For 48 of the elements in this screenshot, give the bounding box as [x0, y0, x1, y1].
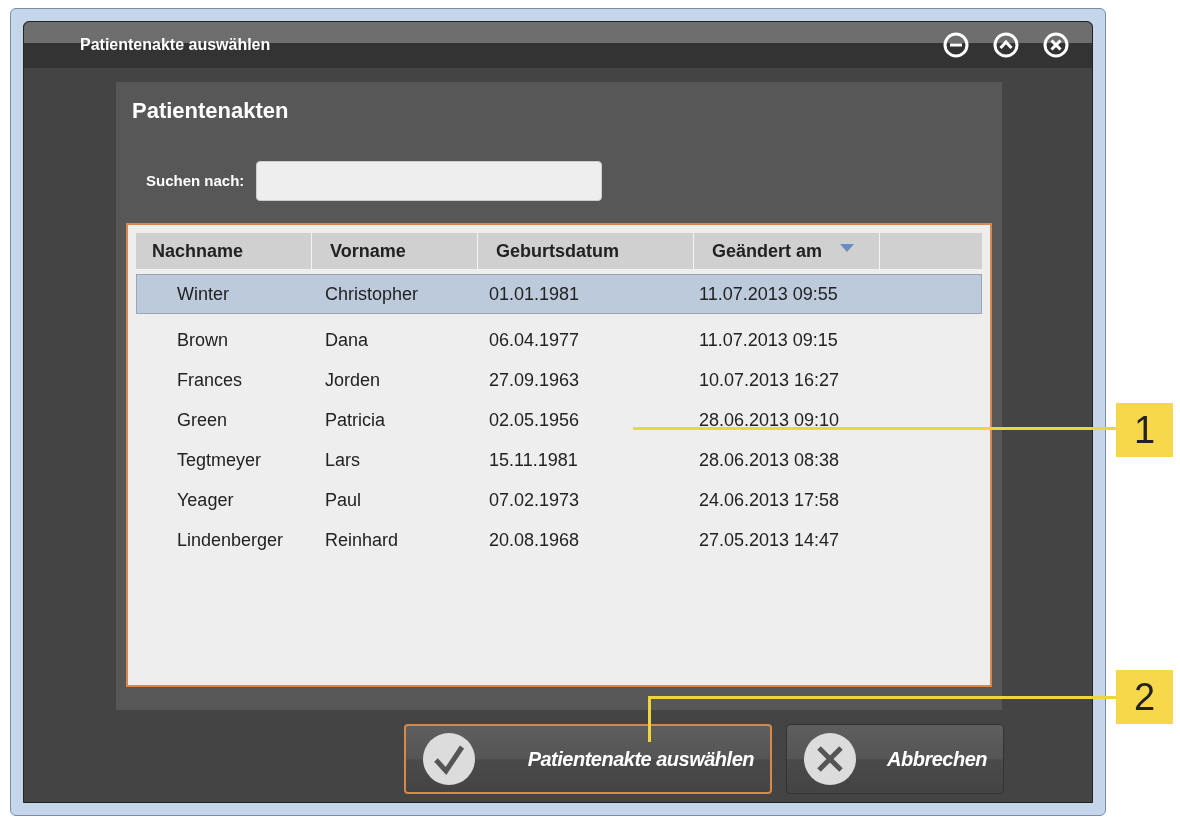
table-cell: 20.08.1968	[489, 529, 580, 550]
table-row[interactable]: Green Patricia 02.05.1956 28.06.2013 09:10	[136, 400, 982, 440]
table-cell: 27.05.2013 14:47	[699, 529, 840, 550]
table-row[interactable]: Winter Christopher 01.01.1981 11.07.2013 09:55	[136, 274, 982, 314]
table-cell: 15.11.1981	[489, 449, 578, 470]
table-row[interactable]: Frances Jorden 27.09.1963 10.07.2013 16:27	[136, 360, 982, 400]
table-cell: 02.05.1956	[489, 409, 580, 430]
table-cell: Frances	[177, 369, 243, 390]
table-cell: 11.07.2013 09:15	[699, 329, 838, 350]
table-cell: 06.04.1977	[489, 329, 580, 350]
callout-number: 2	[1116, 670, 1173, 724]
check-icon	[422, 732, 476, 786]
search-field[interactable]	[256, 161, 603, 201]
callout-number: 1	[1116, 403, 1173, 457]
table-cell: Paul	[325, 489, 362, 510]
table-cell: 27.09.1963	[489, 369, 580, 390]
table-cell: Reinhard	[325, 529, 399, 550]
table-row[interactable]: Yeager Paul 07.02.1973 24.06.2013 17:58	[136, 480, 982, 520]
table-cell: 07.02.1973	[489, 489, 580, 510]
table-cell: 28.06.2013 08:38	[699, 449, 840, 470]
table-cell: Patricia	[325, 409, 386, 430]
close-button[interactable]	[1042, 31, 1070, 59]
table-cell: Green	[177, 409, 228, 430]
panel-title: Patientenakten	[131, 97, 290, 125]
table-cell: Lars	[325, 449, 360, 470]
table-cell: 11.07.2013 09:55	[699, 283, 838, 304]
table-cell: 01.01.1981	[489, 283, 580, 304]
confirm-button[interactable]: Patientenakte auswählen	[404, 724, 772, 794]
minimize-button[interactable]	[942, 31, 970, 59]
table-cell: Tegtmeyer	[177, 449, 262, 470]
close-icon	[803, 732, 857, 786]
table-cell: Jorden	[325, 369, 381, 390]
table-cell: 24.06.2013 17:58	[699, 489, 840, 510]
maximize-button[interactable]	[992, 31, 1020, 59]
table-cell: Dana	[325, 329, 369, 350]
search-label: Suchen nach:	[146, 170, 245, 191]
table-cell: Brown	[177, 329, 229, 350]
window-title: Patientenakte auswählen	[80, 35, 272, 55]
table-row[interactable]: Brown Dana 06.04.1977 11.07.2013 09:15	[136, 320, 982, 360]
table-cell: Lindenberger	[177, 529, 284, 550]
cancel-button[interactable]: Abbrechen	[786, 724, 1004, 794]
table-cell: Christopher	[325, 283, 419, 304]
table-cell: 10.07.2013 16:27	[699, 369, 840, 390]
table-cell: Yeager	[177, 489, 234, 510]
table-row[interactable]: Lindenberger Reinhard 20.08.1968 27.05.2013 14:47	[136, 520, 982, 560]
table-cell: Winter	[177, 283, 229, 304]
table-row[interactable]: Tegtmeyer Lars 15.11.1981 28.06.2013 08:38	[136, 440, 982, 480]
table-cell: 28.06.2013 09:10	[699, 409, 840, 430]
